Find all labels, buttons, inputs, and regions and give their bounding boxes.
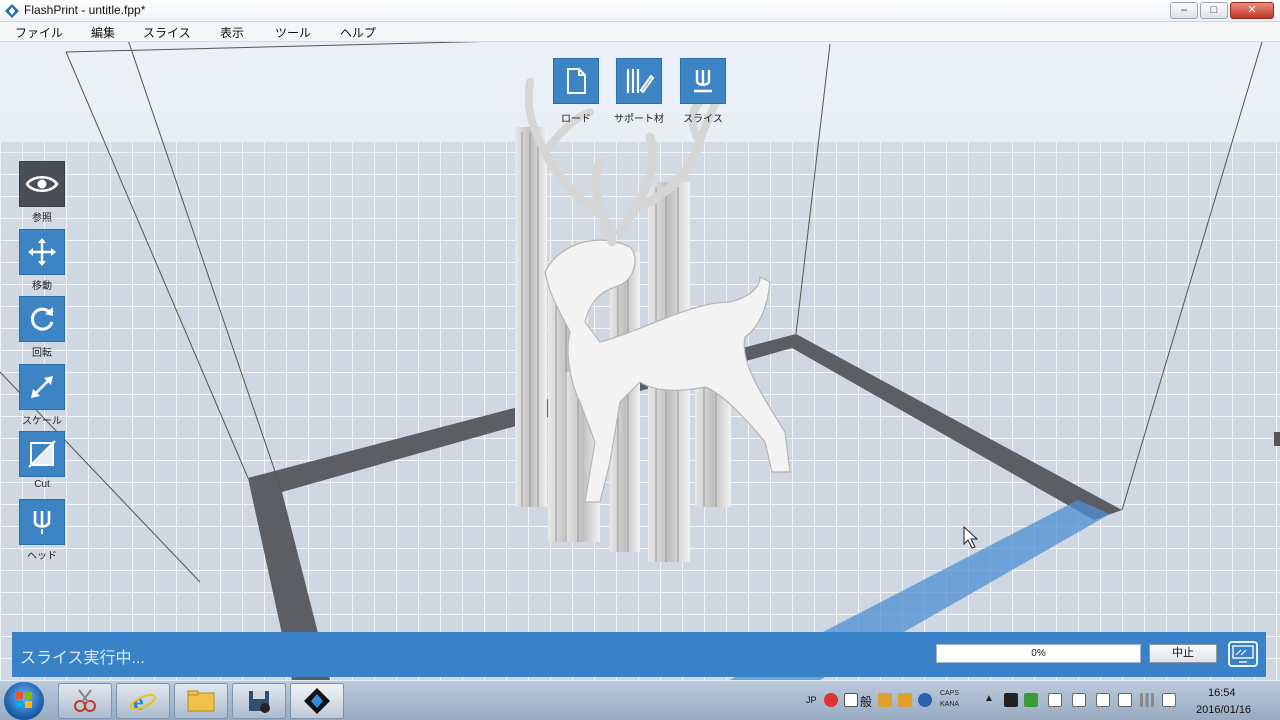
- menu-bar: ファイル 編集 スライス 表示 ツール ヘルプ: [0, 22, 1280, 42]
- title-bar: FlashPrint - untitle.fpp* – □ ✕: [0, 0, 1280, 22]
- slice-button[interactable]: [680, 58, 726, 104]
- acrobat-icon[interactable]: [1004, 693, 1018, 707]
- cut-button[interactable]: [19, 431, 65, 477]
- rotate-label: 回転: [32, 348, 52, 359]
- view-button[interactable]: [19, 161, 65, 207]
- ime-pad-icon[interactable]: [898, 693, 912, 707]
- window-title: FlashPrint - untitle.fpp*: [24, 3, 146, 17]
- menu-view[interactable]: 表示: [220, 24, 244, 41]
- viewport-scroll-handle[interactable]: [1274, 432, 1280, 446]
- action-center-icon[interactable]: [1072, 693, 1086, 707]
- rotate-icon: [30, 307, 54, 331]
- load-label: ロード: [561, 114, 591, 125]
- stop-button[interactable]: 中止: [1149, 644, 1217, 663]
- tray-alert-icon[interactable]: [824, 693, 838, 707]
- scale-label: スケール: [22, 416, 62, 427]
- cut-icon: [28, 440, 56, 468]
- slicing-status-bar: スライス実行中... 0% 中止: [12, 632, 1266, 677]
- help-icon[interactable]: [918, 693, 932, 707]
- file-explorer-icon[interactable]: [174, 683, 228, 719]
- menu-tools[interactable]: ツール: [275, 24, 311, 41]
- move-label: 移動: [32, 281, 52, 292]
- move-button[interactable]: [19, 229, 65, 275]
- maximize-icon[interactable]: □: [1200, 2, 1228, 19]
- minimize-icon[interactable]: –: [1170, 2, 1198, 19]
- menu-file[interactable]: ファイル: [15, 24, 63, 41]
- build-volume-scene: [0, 42, 1280, 680]
- slice-label: スライス: [683, 114, 723, 125]
- flashprint-window: FlashPrint - untitle.fpp* – □ ✕ ファイル 編集 …: [0, 0, 1280, 720]
- slice-icon: [694, 70, 712, 93]
- ime-tool-icon[interactable]: [878, 693, 892, 707]
- caps-indicator: CAPS: [940, 690, 960, 697]
- clock-date[interactable]: 2016/01/16: [1196, 704, 1251, 716]
- taskbar: e JP 般 CAPS KANA ▲ 16:54 2016/01/16: [0, 680, 1280, 720]
- nozzle-icon: [33, 511, 51, 534]
- media-app-icon[interactable]: [232, 683, 286, 719]
- menu-help[interactable]: ヘルプ: [340, 24, 376, 41]
- view-label: 参照: [32, 213, 52, 224]
- load-file-icon: [567, 68, 586, 94]
- close-icon[interactable]: ✕: [1230, 2, 1274, 19]
- snipping-tool-icon[interactable]: [58, 683, 112, 719]
- clock-time[interactable]: 16:54: [1208, 687, 1236, 699]
- nozzle-button[interactable]: [19, 499, 65, 545]
- monitor-icon[interactable]: [1228, 641, 1258, 667]
- menu-slice[interactable]: スライス: [143, 24, 191, 41]
- pin-icon[interactable]: [1096, 693, 1110, 707]
- kana-indicator: KANA: [940, 701, 960, 708]
- rotate-button[interactable]: [19, 296, 65, 342]
- windows-flag-icon[interactable]: [1048, 693, 1062, 707]
- ime-mode-icon[interactable]: [844, 693, 858, 707]
- progress-label: 0%: [1031, 648, 1046, 659]
- support-icon: [626, 69, 654, 94]
- show-hidden-icons-icon[interactable]: ▲: [984, 693, 994, 704]
- flashprint-app-icon: [5, 4, 19, 18]
- status-message: スライス実行中...: [20, 650, 145, 667]
- 3d-viewport[interactable]: [0, 42, 1280, 680]
- device-icon[interactable]: [1118, 693, 1132, 707]
- nozzle-label: ヘッド: [27, 551, 57, 562]
- slice-progress-bar: 0%: [936, 644, 1141, 663]
- start-orb-icon[interactable]: [4, 682, 44, 720]
- support-label: サポート材: [614, 114, 664, 125]
- support-button[interactable]: [616, 58, 662, 104]
- scale-button[interactable]: [19, 364, 65, 410]
- cut-label: Cut: [34, 479, 50, 490]
- move-icon: [28, 238, 56, 266]
- ime-kanji-label[interactable]: 般: [860, 693, 872, 710]
- menu-edit[interactable]: 編集: [91, 24, 115, 41]
- input-language[interactable]: JP: [806, 695, 817, 705]
- eye-icon: [25, 175, 59, 193]
- scale-icon: [31, 376, 53, 398]
- internet-explorer-icon[interactable]: e: [116, 683, 170, 719]
- volume-icon[interactable]: [1162, 693, 1176, 707]
- security-shield-icon[interactable]: [1024, 693, 1038, 707]
- load-button[interactable]: [553, 58, 599, 104]
- network-signal-icon[interactable]: [1140, 693, 1154, 707]
- flashprint-icon[interactable]: [290, 683, 344, 719]
